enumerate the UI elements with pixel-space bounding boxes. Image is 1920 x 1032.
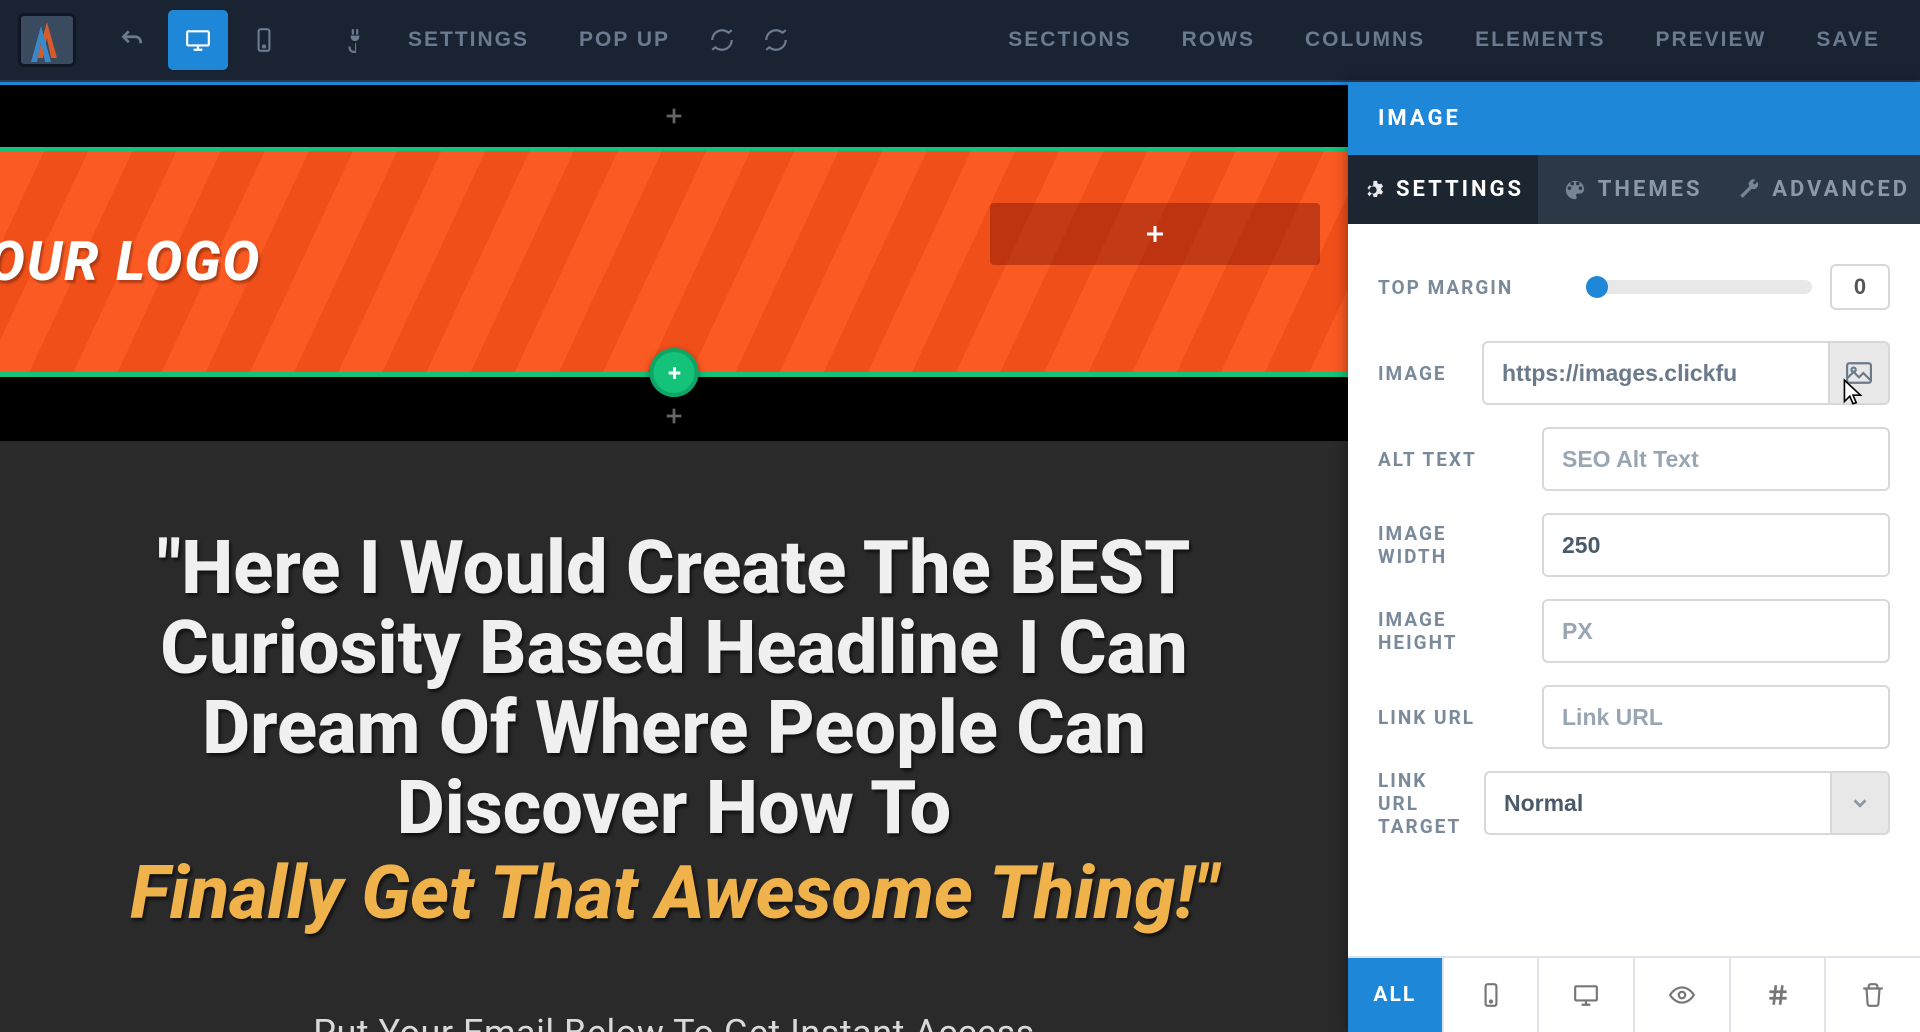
visibility-toggle[interactable] xyxy=(1635,958,1731,1032)
tab-themes-label: THEMES xyxy=(1598,177,1703,202)
chevron-down-icon[interactable] xyxy=(1832,771,1890,835)
page-logo-text: OUR LOGO xyxy=(0,230,261,294)
delete-button[interactable] xyxy=(1826,958,1920,1032)
tab-settings-label: SETTINGS xyxy=(1396,177,1524,202)
mobile-icon xyxy=(1478,982,1504,1008)
row-image-height: IMAGE HEIGHT xyxy=(1378,588,1890,674)
top-margin-input[interactable] xyxy=(1830,264,1890,310)
image-height-input[interactable] xyxy=(1542,599,1890,663)
tab-advanced-label: ADVANCED xyxy=(1772,177,1910,202)
label-link-url: LINK URL xyxy=(1378,706,1522,729)
label-alt-text: ALT TEXT xyxy=(1378,448,1522,471)
panel-device-bar: ALL xyxy=(1348,956,1920,1032)
settings-button[interactable]: SETTINGS xyxy=(386,18,551,62)
mobile-view-button[interactable] xyxy=(234,10,294,70)
section-add-top[interactable] xyxy=(0,85,1348,147)
tab-advanced[interactable]: ADVANCED xyxy=(1728,155,1920,224)
headline-main[interactable]: "Here I Would Create The BEST Curiosity … xyxy=(52,529,1296,849)
tab-themes[interactable]: THEMES xyxy=(1538,155,1728,224)
label-top-margin: TOP MARGIN xyxy=(1378,276,1568,299)
row-top-margin: TOP MARGIN xyxy=(1378,244,1890,330)
label-image: IMAGE xyxy=(1378,362,1462,385)
rows-button[interactable]: ROWS xyxy=(1160,18,1277,62)
image-url-input[interactable] xyxy=(1482,341,1830,405)
css-id-button[interactable] xyxy=(1731,958,1827,1032)
alt-text-input[interactable] xyxy=(1542,427,1890,491)
top-margin-slider[interactable] xyxy=(1588,280,1812,294)
save-button[interactable]: SAVE xyxy=(1794,18,1902,62)
tab-settings[interactable]: SETTINGS xyxy=(1348,155,1538,224)
wrench-icon xyxy=(1738,179,1760,201)
desktop-view-button[interactable] xyxy=(168,10,228,70)
hash-icon xyxy=(1765,982,1791,1008)
columns-button[interactable]: COLUMNS xyxy=(1283,18,1447,62)
element-settings-panel: IMAGE SETTINGS THEMES ADVANCED TOP MARGI… xyxy=(1348,82,1920,1032)
section-hero-banner[interactable]: OUR LOGO xyxy=(0,147,1348,377)
device-mobile[interactable] xyxy=(1444,958,1540,1032)
panel-tab-bar: SETTINGS THEMES ADVANCED xyxy=(1348,155,1920,224)
row-alt-text: ALT TEXT xyxy=(1378,416,1890,502)
panel-title: IMAGE xyxy=(1348,82,1920,155)
headline-accent[interactable]: Finally Get That Awesome Thing!" xyxy=(52,853,1296,934)
preview-button[interactable]: PREVIEW xyxy=(1634,18,1789,62)
row-image-url: IMAGE xyxy=(1378,330,1890,416)
slider-thumb[interactable] xyxy=(1586,276,1608,298)
gear-icon xyxy=(1362,179,1384,201)
device-desktop[interactable] xyxy=(1539,958,1635,1032)
add-element-box[interactable] xyxy=(990,203,1320,265)
add-section-fab[interactable] xyxy=(650,348,699,397)
link-url-input[interactable] xyxy=(1542,685,1890,749)
panel-body: TOP MARGIN IMAGE ALT TEXT IMAGE WIDTH xyxy=(1348,224,1920,956)
image-icon xyxy=(1846,362,1872,384)
row-link-url: LINK URL xyxy=(1378,674,1890,760)
undo-button[interactable] xyxy=(102,10,162,70)
sync-up-button[interactable] xyxy=(752,10,800,70)
device-all[interactable]: ALL xyxy=(1348,958,1444,1032)
top-toolbar: SETTINGS POP UP SECTIONS ROWS COLUMNS EL… xyxy=(0,0,1920,82)
editor-canvas: OUR LOGO "Here I Would Create The BEST C… xyxy=(0,82,1348,1032)
link-target-select[interactable] xyxy=(1484,771,1832,835)
row-image-width: IMAGE WIDTH xyxy=(1378,502,1890,588)
label-image-height: IMAGE HEIGHT xyxy=(1378,608,1522,654)
eye-icon xyxy=(1669,982,1695,1008)
label-image-width: IMAGE WIDTH xyxy=(1378,522,1522,568)
row-link-target: LINK URL TARGET xyxy=(1378,760,1890,846)
image-picker-button[interactable] xyxy=(1830,341,1890,405)
subheadline[interactable]: Put Your Email Below To Get Instant Acce… xyxy=(52,1012,1296,1032)
desktop-icon xyxy=(1573,982,1599,1008)
elements-button[interactable]: ELEMENTS xyxy=(1453,18,1627,62)
trash-icon xyxy=(1860,982,1886,1008)
section-headline[interactable]: "Here I Would Create The BEST Curiosity … xyxy=(0,441,1348,1032)
sections-button[interactable]: SECTIONS xyxy=(986,18,1153,62)
palette-icon xyxy=(1564,179,1586,201)
label-link-target: LINK URL TARGET xyxy=(1378,769,1464,838)
app-logo[interactable] xyxy=(18,13,76,67)
sync-down-button[interactable] xyxy=(698,10,746,70)
image-width-input[interactable] xyxy=(1542,513,1890,577)
popup-button[interactable]: POP UP xyxy=(557,18,692,62)
integrations-button[interactable] xyxy=(330,10,380,70)
